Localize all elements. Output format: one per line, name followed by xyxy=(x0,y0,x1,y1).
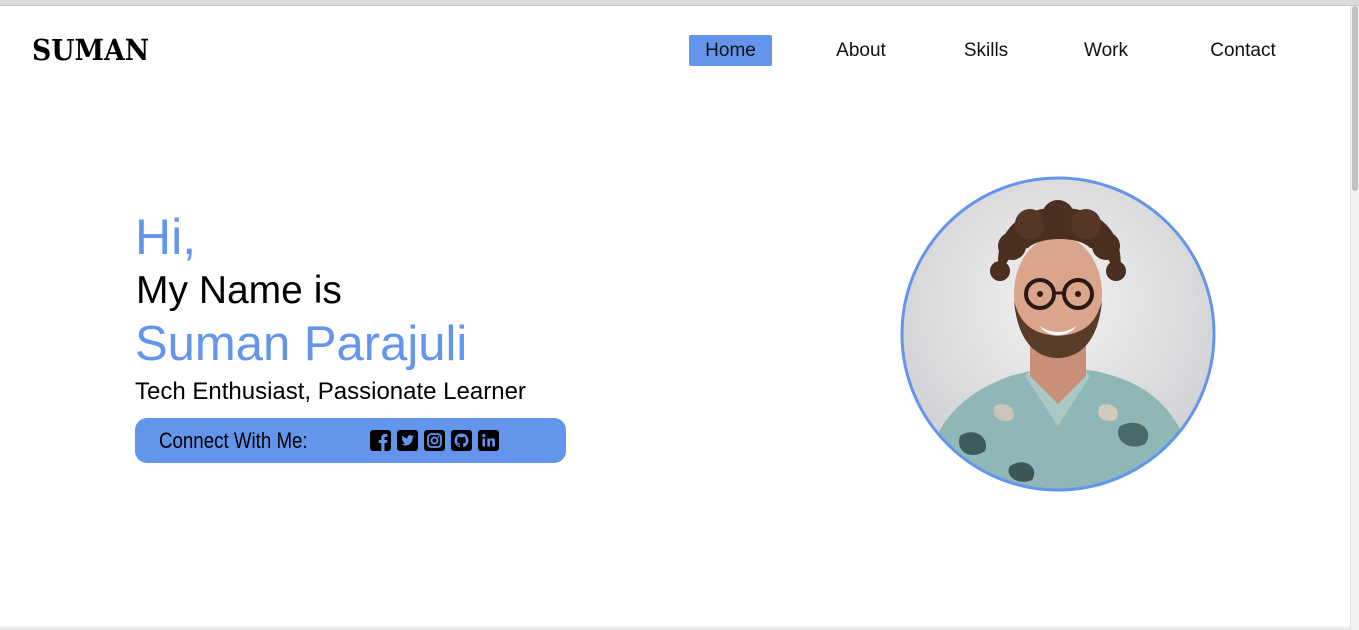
hero-tagline: Tech Enthusiast, Passionate Learner xyxy=(135,378,526,405)
facebook-icon[interactable] xyxy=(370,430,391,451)
instagram-icon[interactable] xyxy=(424,430,445,451)
scrollbar-thumb[interactable] xyxy=(1352,6,1358,191)
page-scrollbar[interactable] xyxy=(1350,6,1359,630)
hero-greeting: Hi, xyxy=(135,209,197,265)
nav-skills[interactable]: Skills xyxy=(952,35,1020,66)
page-bottom-edge xyxy=(0,625,1350,630)
nav-work[interactable]: Work xyxy=(1072,35,1140,66)
browser-top-edge xyxy=(0,0,1359,6)
connect-label: Connect With Me: xyxy=(159,428,308,453)
profile-photo xyxy=(900,176,1216,492)
hero-name: Suman Parajuli xyxy=(135,317,468,371)
linkedin-icon[interactable] xyxy=(478,430,499,451)
connect-bar: Connect With Me: xyxy=(135,418,566,463)
main-nav: Home About Skills Work Contact xyxy=(0,35,1359,66)
nav-home[interactable]: Home xyxy=(689,35,772,66)
twitter-icon[interactable] xyxy=(397,430,418,451)
nav-about[interactable]: About xyxy=(822,35,900,66)
github-icon[interactable] xyxy=(451,430,472,451)
hero-intro: My Name is xyxy=(136,269,342,312)
nav-contact[interactable]: Contact xyxy=(1193,35,1293,66)
